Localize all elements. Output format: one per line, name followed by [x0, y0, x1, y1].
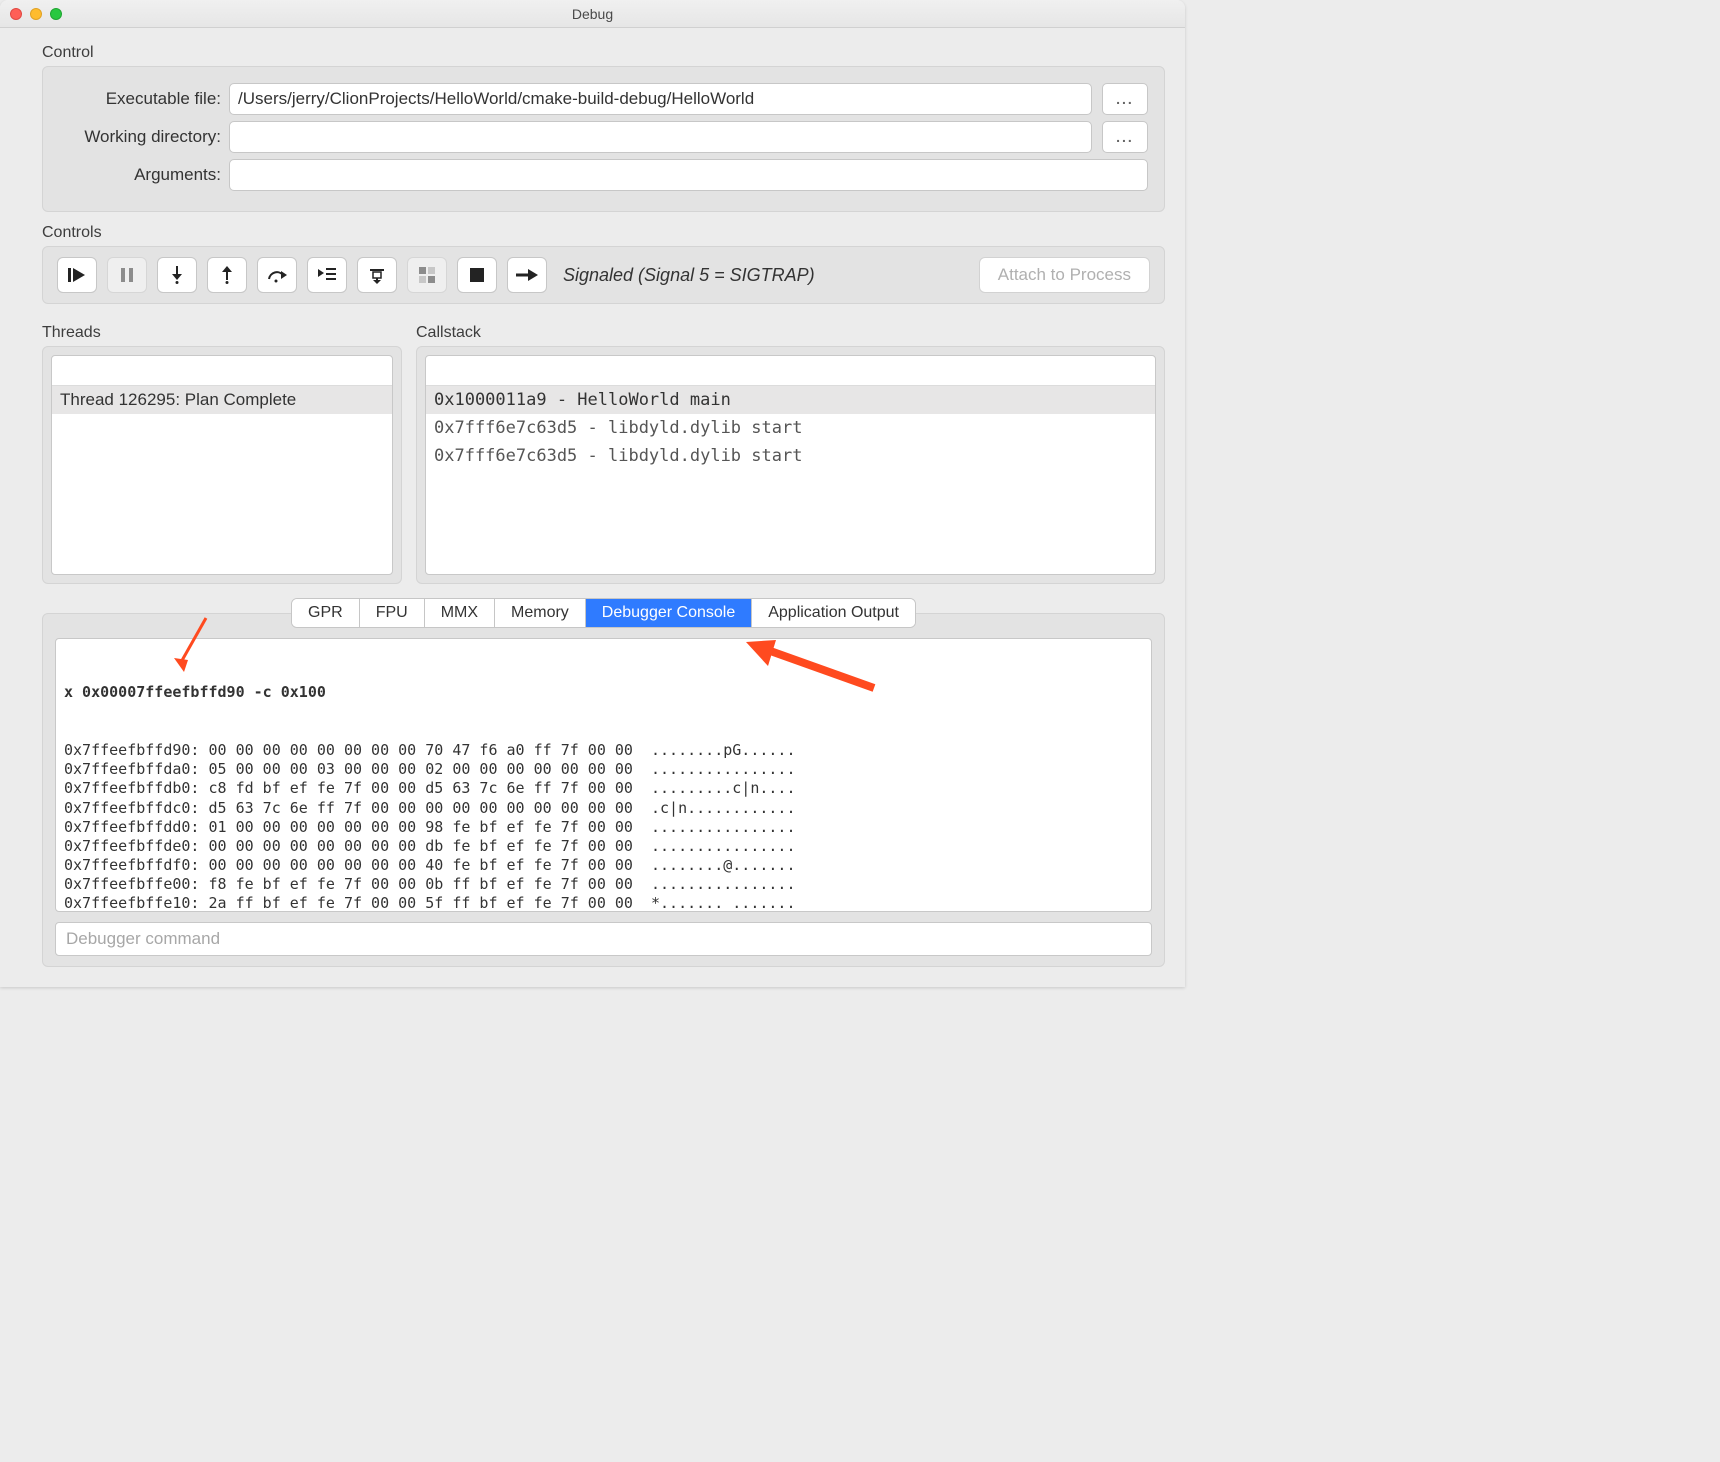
continue-icon	[68, 267, 86, 283]
window-traffic-lights	[10, 8, 62, 20]
window-title: Debug	[572, 6, 613, 22]
tab-mmx[interactable]: MMX	[425, 599, 495, 627]
tab-application-output[interactable]: Application Output	[752, 599, 915, 627]
debugger-console-panel: x 0x00007ffeefbffd90 -c 0x100 0x7ffeefbf…	[42, 613, 1165, 967]
window-content: Control Executable file: ... Working dir…	[0, 28, 1185, 987]
breakpoint-toggle-button	[407, 257, 447, 293]
console-line: 0x7ffeefbffdb0: c8 fd bf ef fe 7f 00 00 …	[64, 779, 1143, 798]
controls-section-label: Controls	[42, 224, 1165, 242]
console-line: 0x7ffeefbffde0: 00 00 00 00 00 00 00 00 …	[64, 837, 1143, 856]
step-out-button[interactable]	[207, 257, 247, 293]
console-line: 0x7ffeefbffda0: 05 00 00 00 03 00 00 00 …	[64, 760, 1143, 779]
run-to-button[interactable]	[507, 257, 547, 293]
console-line: 0x7ffeefbffe10: 2a ff bf ef fe 7f 00 00 …	[64, 894, 1143, 912]
working-directory-input[interactable]	[229, 121, 1092, 153]
window: Debug Control Executable file: ... Worki…	[0, 0, 1185, 987]
pause-button	[107, 257, 147, 293]
pause-icon	[120, 268, 134, 282]
callstack-frame[interactable]: 0x7fff6e7c63d5 - libdyld.dylib start	[426, 442, 1155, 470]
executable-file-label: Executable file:	[59, 89, 229, 109]
goto-icon	[516, 269, 538, 281]
debugger-command-input[interactable]	[55, 922, 1152, 956]
control-section-label: Control	[42, 44, 1165, 62]
tab-container: GPRFPUMMXMemoryDebugger ConsoleApplicati…	[291, 598, 916, 628]
stop-icon	[470, 268, 484, 282]
step-over-icon	[267, 267, 287, 283]
debugger-console-output[interactable]: x 0x00007ffeefbffd90 -c 0x100 0x7ffeefbf…	[55, 638, 1152, 912]
arguments-input[interactable]	[229, 159, 1148, 191]
step-frame-icon	[368, 266, 386, 284]
console-line: 0x7ffeefbffdf0: 00 00 00 00 00 00 00 00 …	[64, 856, 1143, 875]
tab-fpu[interactable]: FPU	[360, 599, 425, 627]
tab-gpr[interactable]: GPR	[292, 599, 360, 627]
control-panel: Executable file: ... Working directory: …	[42, 66, 1165, 212]
threads-panel: Thread 126295: Plan Complete	[42, 346, 402, 584]
attach-to-process-button[interactable]: Attach to Process	[979, 257, 1150, 293]
threads-list[interactable]: Thread 126295: Plan Complete	[51, 355, 393, 575]
thread-row[interactable]: Thread 126295: Plan Complete	[52, 386, 392, 414]
step-frame-button[interactable]	[357, 257, 397, 293]
stop-button[interactable]	[457, 257, 497, 293]
arguments-row: Arguments:	[59, 159, 1148, 191]
threads-section-label: Threads	[42, 324, 402, 342]
step-over-button[interactable]	[257, 257, 297, 293]
executable-file-input[interactable]	[229, 83, 1092, 115]
breakpoint-toggle-icon	[419, 267, 435, 283]
working-directory-browse-button[interactable]: ...	[1102, 121, 1148, 153]
tab-debugger-console[interactable]: Debugger Console	[586, 599, 752, 627]
debug-tab-section: GPRFPUMMXMemoryDebugger ConsoleApplicati…	[42, 598, 1165, 967]
arguments-label: Arguments:	[59, 165, 229, 185]
console-command-line: x 0x00007ffeefbffd90 -c 0x100	[64, 683, 1143, 702]
callstack-header	[426, 356, 1155, 386]
console-line: 0x7ffeefbffe00: f8 fe bf ef fe 7f 00 00 …	[64, 875, 1143, 894]
working-directory-row: Working directory: ...	[59, 121, 1148, 153]
console-line: 0x7ffeefbffdd0: 01 00 00 00 00 00 00 00 …	[64, 818, 1143, 837]
executable-file-browse-button[interactable]: ...	[1102, 83, 1148, 115]
tab-strip: GPRFPUMMXMemoryDebugger ConsoleApplicati…	[42, 598, 1165, 628]
callstack-column: Callstack 0x1000011a9 - HelloWorld main0…	[416, 318, 1165, 584]
tab-memory[interactable]: Memory	[495, 599, 586, 627]
threads-column: Threads Thread 126295: Plan Complete	[42, 318, 402, 584]
minimize-window-button[interactable]	[30, 8, 42, 20]
titlebar: Debug	[0, 0, 1185, 28]
callstack-list[interactable]: 0x1000011a9 - HelloWorld main0x7fff6e7c6…	[425, 355, 1156, 575]
console-line: 0x7ffeefbffd90: 00 00 00 00 00 00 00 00 …	[64, 741, 1143, 760]
threads-header	[52, 356, 392, 386]
continue-button[interactable]	[57, 257, 97, 293]
callstack-frame[interactable]: 0x7fff6e7c63d5 - libdyld.dylib start	[426, 414, 1155, 442]
step-into-icon	[169, 266, 185, 284]
callstack-section-label: Callstack	[416, 324, 1165, 342]
step-line-button[interactable]	[307, 257, 347, 293]
debug-toolbar	[57, 257, 547, 293]
executable-file-row: Executable file: ...	[59, 83, 1148, 115]
working-directory-label: Working directory:	[59, 127, 229, 147]
console-line: 0x7ffeefbffdc0: d5 63 7c 6e ff 7f 00 00 …	[64, 799, 1143, 818]
step-into-button[interactable]	[157, 257, 197, 293]
callstack-frame[interactable]: 0x1000011a9 - HelloWorld main	[426, 386, 1155, 414]
callstack-panel: 0x1000011a9 - HelloWorld main0x7fff6e7c6…	[416, 346, 1165, 584]
close-window-button[interactable]	[10, 8, 22, 20]
debug-status: Signaled (Signal 5 = SIGTRAP)	[563, 265, 815, 286]
step-out-icon	[219, 266, 235, 284]
threads-callstack-row: Threads Thread 126295: Plan Complete Cal…	[42, 318, 1165, 584]
controls-panel: Signaled (Signal 5 = SIGTRAP) Attach to …	[42, 246, 1165, 304]
step-line-icon	[318, 267, 336, 283]
zoom-window-button[interactable]	[50, 8, 62, 20]
